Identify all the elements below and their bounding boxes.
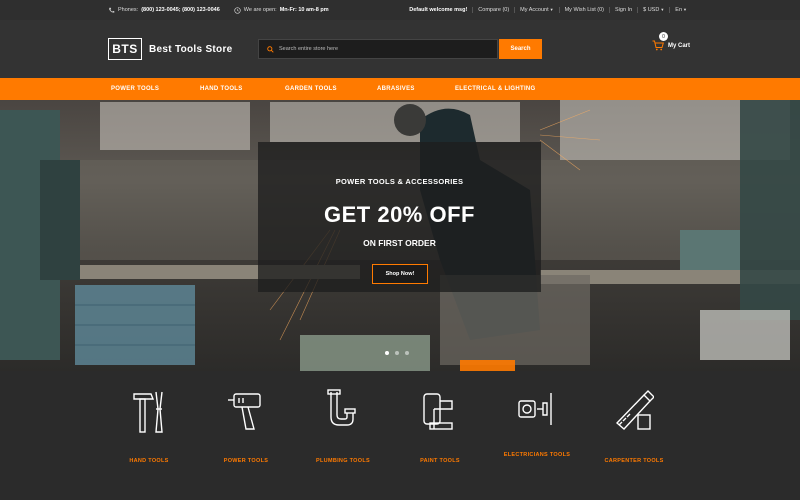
paint-roller-icon (423, 393, 453, 430)
sign-in-link[interactable]: Sign In (609, 7, 637, 13)
store-logo[interactable]: BTS Best Tools Store (108, 38, 233, 60)
hand-tools-icon (133, 391, 163, 433)
promo-line: ON FIRST ORDER (363, 238, 436, 248)
my-account-dropdown[interactable]: My Account▼ (514, 7, 558, 13)
promo-subtitle: POWER TOOLS & ACCESSORIES (335, 177, 464, 186)
language-dropdown[interactable]: En▼ (669, 7, 692, 13)
top-bar-links: Default welcome msg! Compare (0) My Acco… (404, 0, 692, 20)
pipe-icon (327, 389, 356, 426)
category-label: ELECTRICIANS TOOLS (503, 452, 571, 458)
main-navigation: POWER TOOLS HAND TOOLS GARDEN TOOLS ABRA… (0, 78, 800, 100)
slider-dot[interactable] (395, 351, 399, 355)
cart-count-badge: 0 (659, 32, 668, 41)
category-label: PAINT TOOLS (420, 458, 460, 464)
slider-pagination (385, 351, 409, 355)
saw-icon (615, 390, 654, 430)
category-electricians-tools[interactable]: ELECTRICIANS TOOLS (502, 389, 572, 461)
phone-numbers: (800) 123-0045; (800) 123-0046 (141, 7, 220, 13)
hero-banner: POWER TOOLS & ACCESSORIES GET 20% OFF ON… (0, 100, 800, 371)
phone-label: Phones: (118, 7, 139, 13)
cart-label: My Cart (668, 42, 691, 49)
category-paint-tools[interactable]: PAINT TOOLS (405, 389, 475, 467)
nav-item-garden-tools[interactable]: GARDEN TOOLS (285, 78, 337, 100)
currency-dropdown[interactable]: $ USD▼ (637, 7, 669, 13)
nav-item-power-tools[interactable]: POWER TOOLS (111, 78, 159, 100)
chevron-down-icon: ▼ (660, 7, 665, 12)
hours-info: We are open: Mn-Fr: 10 am-8 pm (234, 6, 329, 14)
mini-cart[interactable]: 0 My Cart (652, 32, 691, 51)
category-carpenter-tools[interactable]: CARPENTER TOOLS (599, 389, 669, 467)
language-label: En (675, 7, 683, 13)
search-button[interactable]: Search (499, 39, 542, 59)
search-icon (267, 45, 274, 53)
welcome-message: Default welcome msg! (409, 7, 468, 13)
category-label: POWER TOOLS (223, 458, 269, 464)
chevron-down-icon: ▼ (683, 7, 687, 12)
logo-name: Best Tools Store (149, 43, 233, 55)
shop-now-button[interactable]: Shop Now! (372, 264, 428, 284)
drill-icon (228, 393, 261, 430)
top-bar: Phones: (800) 123-0045; (800) 123-0046 W… (0, 0, 800, 20)
search-input[interactable] (279, 46, 479, 52)
hours-label: We are open: (243, 7, 277, 13)
category-power-tools[interactable]: POWER TOOLS (211, 389, 281, 467)
clock-icon (234, 6, 241, 14)
category-label: CARPENTER TOOLS (604, 458, 664, 464)
nav-item-electrical-lighting[interactable]: ELECTRICAL & LIGHTING (455, 78, 536, 100)
chevron-down-icon: ▼ (549, 7, 554, 12)
site-header: BTS Best Tools Store Search 0 My Cart (0, 20, 800, 78)
socket-plug-icon (518, 393, 552, 425)
category-label: PLUMBING TOOLS (316, 458, 370, 464)
category-plumbing-tools[interactable]: PLUMBING TOOLS (308, 389, 378, 467)
phone-info: Phones: (800) 123-0045; (800) 123-0046 (108, 7, 220, 14)
slider-dot[interactable] (385, 351, 389, 355)
category-strip: HAND TOOLS POWER TOOLS PLUMBING TOOLS PA… (0, 371, 800, 500)
nav-item-hand-tools[interactable]: HAND TOOLS (200, 78, 243, 100)
cart-icon (652, 40, 664, 51)
top-bar-contact: Phones: (800) 123-0045; (800) 123-0046 W… (108, 0, 329, 20)
wish-list-link[interactable]: My Wish List (0) (558, 7, 609, 13)
nav-item-abrasives[interactable]: ABRASIVES (377, 78, 415, 100)
currency-label: $ USD (643, 7, 660, 13)
compare-link[interactable]: Compare (0) (472, 7, 514, 13)
hours-value: Mn-Fr: 10 am-8 pm (279, 7, 329, 13)
promo-title: GET 20% OFF (324, 202, 475, 227)
slider-dot[interactable] (405, 351, 409, 355)
logo-mark: BTS (108, 38, 142, 60)
my-account-label: My Account (520, 7, 549, 13)
phone-icon (109, 7, 115, 13)
category-label: HAND TOOLS (129, 458, 169, 464)
promo-box: POWER TOOLS & ACCESSORIES GET 20% OFF ON… (258, 142, 541, 292)
search-bar (258, 39, 498, 59)
category-hand-tools[interactable]: HAND TOOLS (114, 389, 184, 467)
